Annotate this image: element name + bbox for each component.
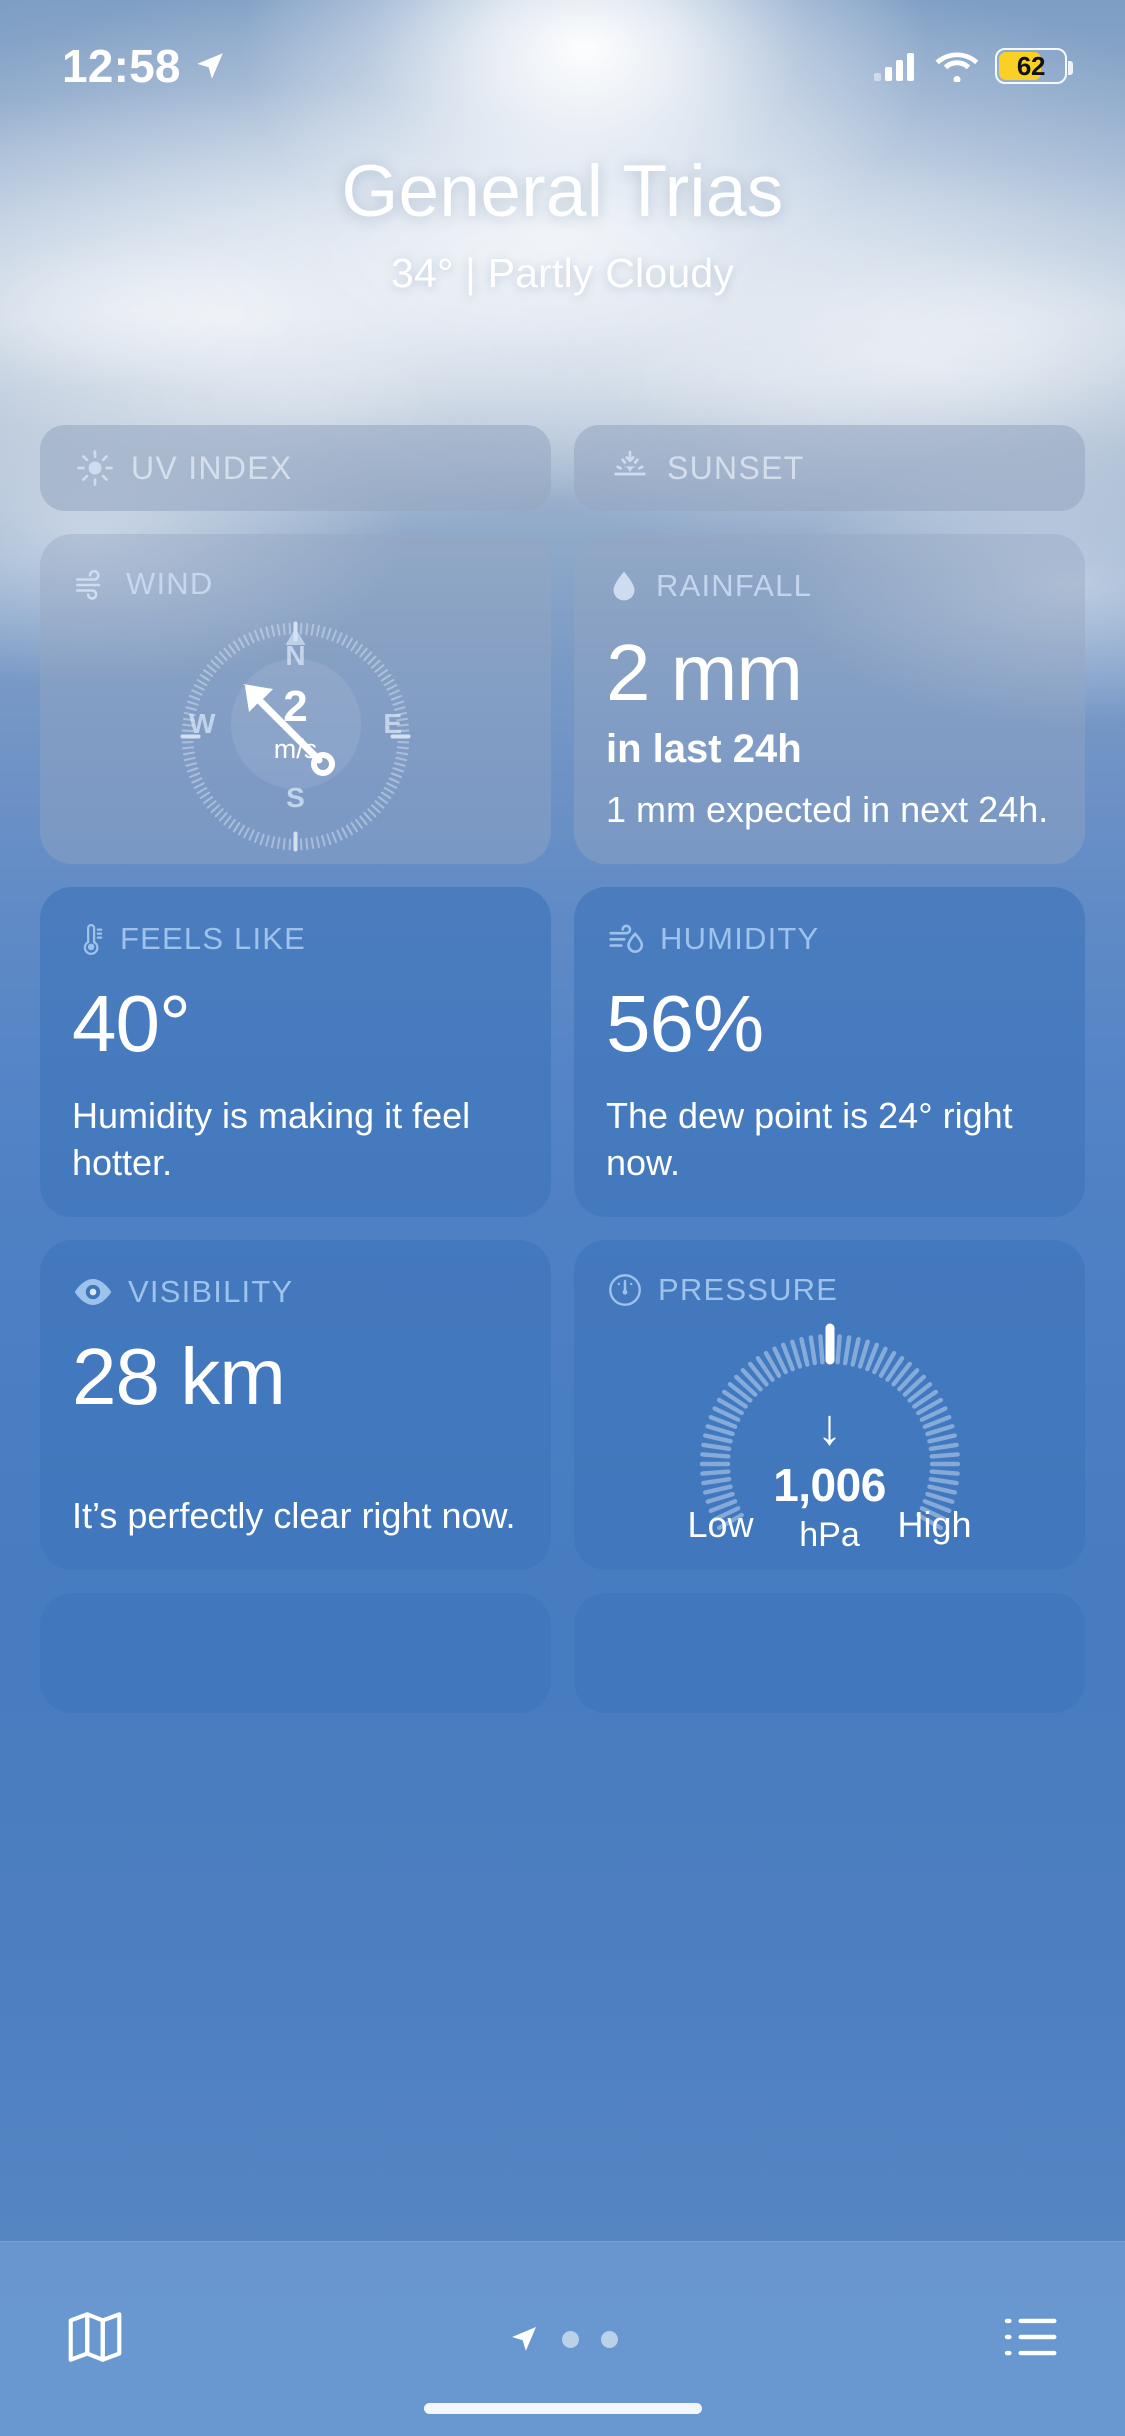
pressure-scale-labels: Low High	[680, 1504, 980, 1546]
location-header: General Trias 34° | Partly Cloudy	[0, 150, 1125, 297]
card-header: HUMIDITY	[606, 917, 1053, 961]
card-label: PRESSURE	[658, 1271, 839, 1307]
location-arrow-icon	[196, 53, 223, 79]
wind-compass: N E S W 2 m/s	[173, 614, 418, 852]
weather-details-scroll[interactable]: UV INDEX SUNSET WIND N E S W 2 m/s RAINF…	[0, 425, 1125, 2365]
list-icon	[1004, 2318, 1057, 2355]
card-row-1: WIND N E S W 2 m/s RAINFALL 2 mm in last…	[0, 534, 1125, 864]
compass-label-s: S	[286, 782, 305, 813]
compass-label-w: W	[189, 708, 216, 739]
status-bar-right: 62	[873, 48, 1073, 84]
pill-uv-index[interactable]: UV INDEX	[40, 425, 551, 511]
rainfall-value: 2 mm	[606, 628, 803, 717]
card-label: WIND	[126, 566, 214, 601]
card-header: FEELS LIKE	[72, 917, 519, 961]
humidity-note: The dew point is 24° right now.	[606, 1095, 1013, 1184]
tab-map[interactable]	[64, 2306, 126, 2373]
thermometer-icon	[83, 924, 103, 955]
tab-list[interactable]	[999, 2306, 1061, 2373]
card-label: FEELS LIKE	[120, 921, 307, 956]
card-next-partial-left[interactable]	[40, 1593, 551, 1713]
sunset-icon	[614, 450, 646, 476]
location-arrow-icon	[511, 2327, 536, 2351]
raindrop-icon	[613, 571, 635, 601]
wifi-icon	[935, 52, 979, 82]
battery-percent-label: 62	[1016, 50, 1046, 81]
wind-speed-reading: 2 m/s	[274, 685, 318, 763]
card-label: HUMIDITY	[660, 921, 820, 956]
pill-label: UV INDEX	[131, 449, 293, 486]
feels-like-note: Humidity is making it feel hotter.	[72, 1095, 471, 1184]
rainfall-forecast-note: 1 mm expected in next 24h.	[606, 789, 1049, 831]
page-dot[interactable]	[561, 2330, 579, 2348]
home-indicator	[423, 2403, 702, 2414]
compass-label-e: E	[383, 708, 402, 739]
feels-like-value: 40°	[72, 979, 191, 1068]
status-bar-left: 12:58	[62, 43, 227, 89]
card-feels-like[interactable]: FEELS LIKE 40° Humidity is making it fee…	[40, 887, 551, 1217]
pill-sunset[interactable]: SUNSET	[574, 425, 1085, 511]
card-row-2: FEELS LIKE 40° Humidity is making it fee…	[0, 887, 1125, 1217]
card-wind[interactable]: WIND N E S W 2 m/s	[40, 534, 551, 864]
sun-icon	[77, 450, 113, 486]
compass-label-n: N	[285, 640, 306, 671]
status-bar: 12:58 62	[0, 0, 1125, 132]
card-header: RAINFALL	[606, 564, 1053, 608]
page-indicator[interactable]	[508, 2323, 618, 2355]
card-pressure[interactable]: PRESSURE ↓ 1,006 hPa Low High	[574, 1240, 1085, 1570]
card-humidity[interactable]: HUMIDITY 56% The dew point is 24° right …	[574, 887, 1085, 1217]
status-bar-clock: 12:58	[62, 40, 181, 92]
card-label: VISIBILITY	[128, 1274, 294, 1309]
card-header: VISIBILITY	[72, 1270, 519, 1314]
cellular-signal-icon	[874, 53, 914, 81]
map-icon	[68, 2311, 122, 2362]
battery-indicator: 62	[995, 48, 1073, 84]
page-title: General Trias	[341, 151, 784, 232]
card-label: RAINFALL	[656, 568, 813, 603]
card-visibility[interactable]: VISIBILITY 28 km It’s perfectly clear ri…	[40, 1240, 551, 1570]
visibility-note: It’s perfectly clear right now.	[72, 1495, 516, 1537]
eye-icon	[74, 1279, 112, 1305]
pill-label: SUNSET	[667, 449, 805, 486]
quick-pill-row: UV INDEX SUNSET	[0, 425, 1125, 511]
card-header: PRESSURE	[606, 1270, 1053, 1310]
card-rainfall[interactable]: RAINFALL 2 mm in last 24h 1 mm expected …	[574, 534, 1085, 864]
wind-speed-unit: m/s	[273, 734, 318, 764]
humidity-icon	[609, 924, 644, 953]
page-dot[interactable]	[600, 2330, 618, 2348]
visibility-value: 28 km	[72, 1332, 286, 1421]
gauge-icon	[609, 1273, 641, 1306]
card-row-4-partial	[0, 1593, 1125, 1713]
card-header: WIND	[72, 564, 519, 604]
current-condition-summary: 34° | Partly Cloudy	[390, 249, 735, 296]
wind-speed-value: 2	[283, 682, 308, 731]
pressure-low-label: Low	[687, 1504, 754, 1545]
card-next-partial-right[interactable]	[574, 1593, 1085, 1713]
wind-icon	[76, 569, 101, 600]
arrow-down-icon: ↓	[817, 1398, 842, 1455]
humidity-value: 56%	[606, 979, 764, 1068]
card-row-3: VISIBILITY 28 km It’s perfectly clear ri…	[0, 1240, 1125, 1570]
rainfall-period: in last 24h	[606, 726, 802, 771]
pressure-high-label: High	[897, 1504, 972, 1545]
pressure-gauge: ↓ 1,006 hPa Low High	[680, 1314, 980, 1554]
